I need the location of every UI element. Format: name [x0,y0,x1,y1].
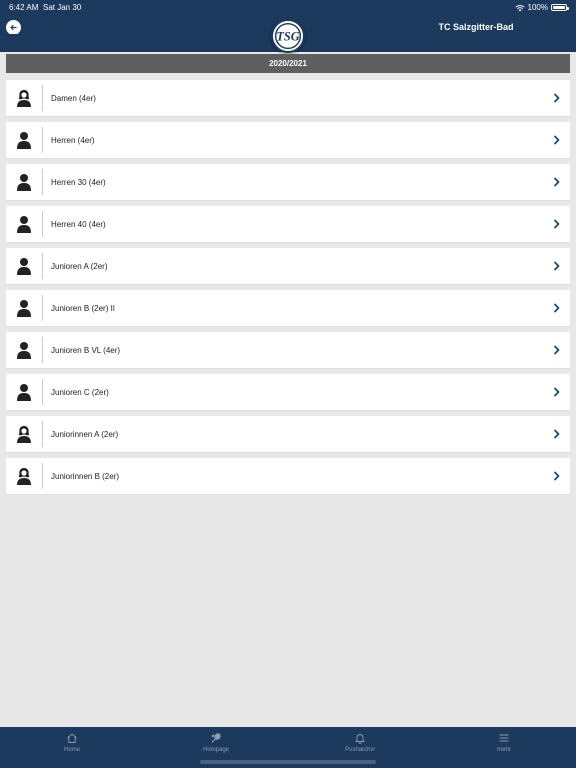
team-row[interactable]: Juniorinnen A (2er) [6,416,570,452]
team-label: Junioren A (2er) [51,261,108,271]
chevron-right-icon [554,345,560,355]
chevron-right-icon [554,177,560,187]
row-divider [42,337,43,363]
tab-mehr[interactable]: mehr [432,727,576,768]
team-row[interactable]: Junioren A (2er) [6,248,570,284]
team-row[interactable]: Junioren C (2er) [6,374,570,410]
menu-icon [499,734,509,742]
season-header: 2020/2021 [6,54,570,73]
tab-label: Home [63,747,80,753]
female-person-icon [6,80,42,116]
team-row[interactable]: Herren (4er) [6,122,570,158]
row-divider [42,211,43,237]
battery-percent: 100% [527,3,548,12]
row-divider [42,463,43,489]
wifi-icon [514,4,525,11]
row-divider [42,379,43,405]
row-divider [42,421,43,447]
row-divider [42,253,43,279]
tab-label: mehr [497,747,511,753]
chevron-right-icon [554,135,560,145]
team-label: Juniorinnen A (2er) [51,429,119,439]
row-divider [42,127,43,153]
home-indicator [200,760,376,764]
team-label: Junioren C (2er) [51,387,109,397]
chevron-right-icon [554,219,560,229]
tab-home[interactable]: Home [0,727,144,768]
status-time: 6:42 AM [9,3,39,12]
arrow-left-icon [10,24,17,31]
male-person-icon [6,332,42,368]
bell-icon [355,734,365,744]
chevron-right-icon [554,387,560,397]
team-label: Herren (4er) [51,135,95,145]
club-logo: TSG [271,19,305,53]
male-person-icon [6,122,42,158]
chevron-right-icon [554,93,560,103]
team-label: Juniorinnen B (2er) [51,471,120,481]
male-person-icon [6,290,42,326]
chevron-right-icon [554,471,560,481]
team-row[interactable]: Damen (4er) [6,80,570,116]
chevron-right-icon [554,429,560,439]
male-person-icon [6,164,42,200]
status-date: Sat Jan 30 [43,3,82,12]
team-row[interactable]: Junioren B VL (4er) [6,332,570,368]
team-row[interactable]: Juniorinnen B (2er) [6,458,570,494]
male-person-icon [6,374,42,410]
team-row[interactable]: Herren 40 (4er) [6,206,570,242]
battery-icon [551,4,569,11]
male-person-icon [6,248,42,284]
home-icon [67,733,77,743]
club-title: TC Salzgitter-Bad [438,22,514,32]
status-indicators: 100% [514,3,569,12]
tennis-racket-icon [211,733,221,743]
chevron-right-icon [554,303,560,313]
team-label: Junioren B VL (4er) [51,345,121,355]
team-label: Damen (4er) [51,93,96,103]
status-bar: 6:42 AM Sat Jan 30 100% [0,0,576,14]
male-person-icon [6,206,42,242]
team-row[interactable]: Herren 30 (4er) [6,164,570,200]
back-button[interactable] [6,20,21,35]
row-divider [42,295,43,321]
team-row[interactable]: Junioren B (2er) II [6,290,570,326]
team-list: Damen (4er) Herren (4er) Herren 30 (4er)… [6,80,570,500]
team-label: Herren 40 (4er) [51,219,106,229]
row-divider [42,85,43,111]
svg-text:TSG: TSG [276,29,299,43]
team-label: Herren 30 (4er) [51,177,106,187]
row-divider [42,169,43,195]
tab-label: Pusharchiv [345,747,375,753]
female-person-icon [6,458,42,494]
chevron-right-icon [554,261,560,271]
female-person-icon [6,416,42,452]
team-label: Junioren B (2er) II [51,303,116,313]
tab-label: Hompage [202,747,229,753]
